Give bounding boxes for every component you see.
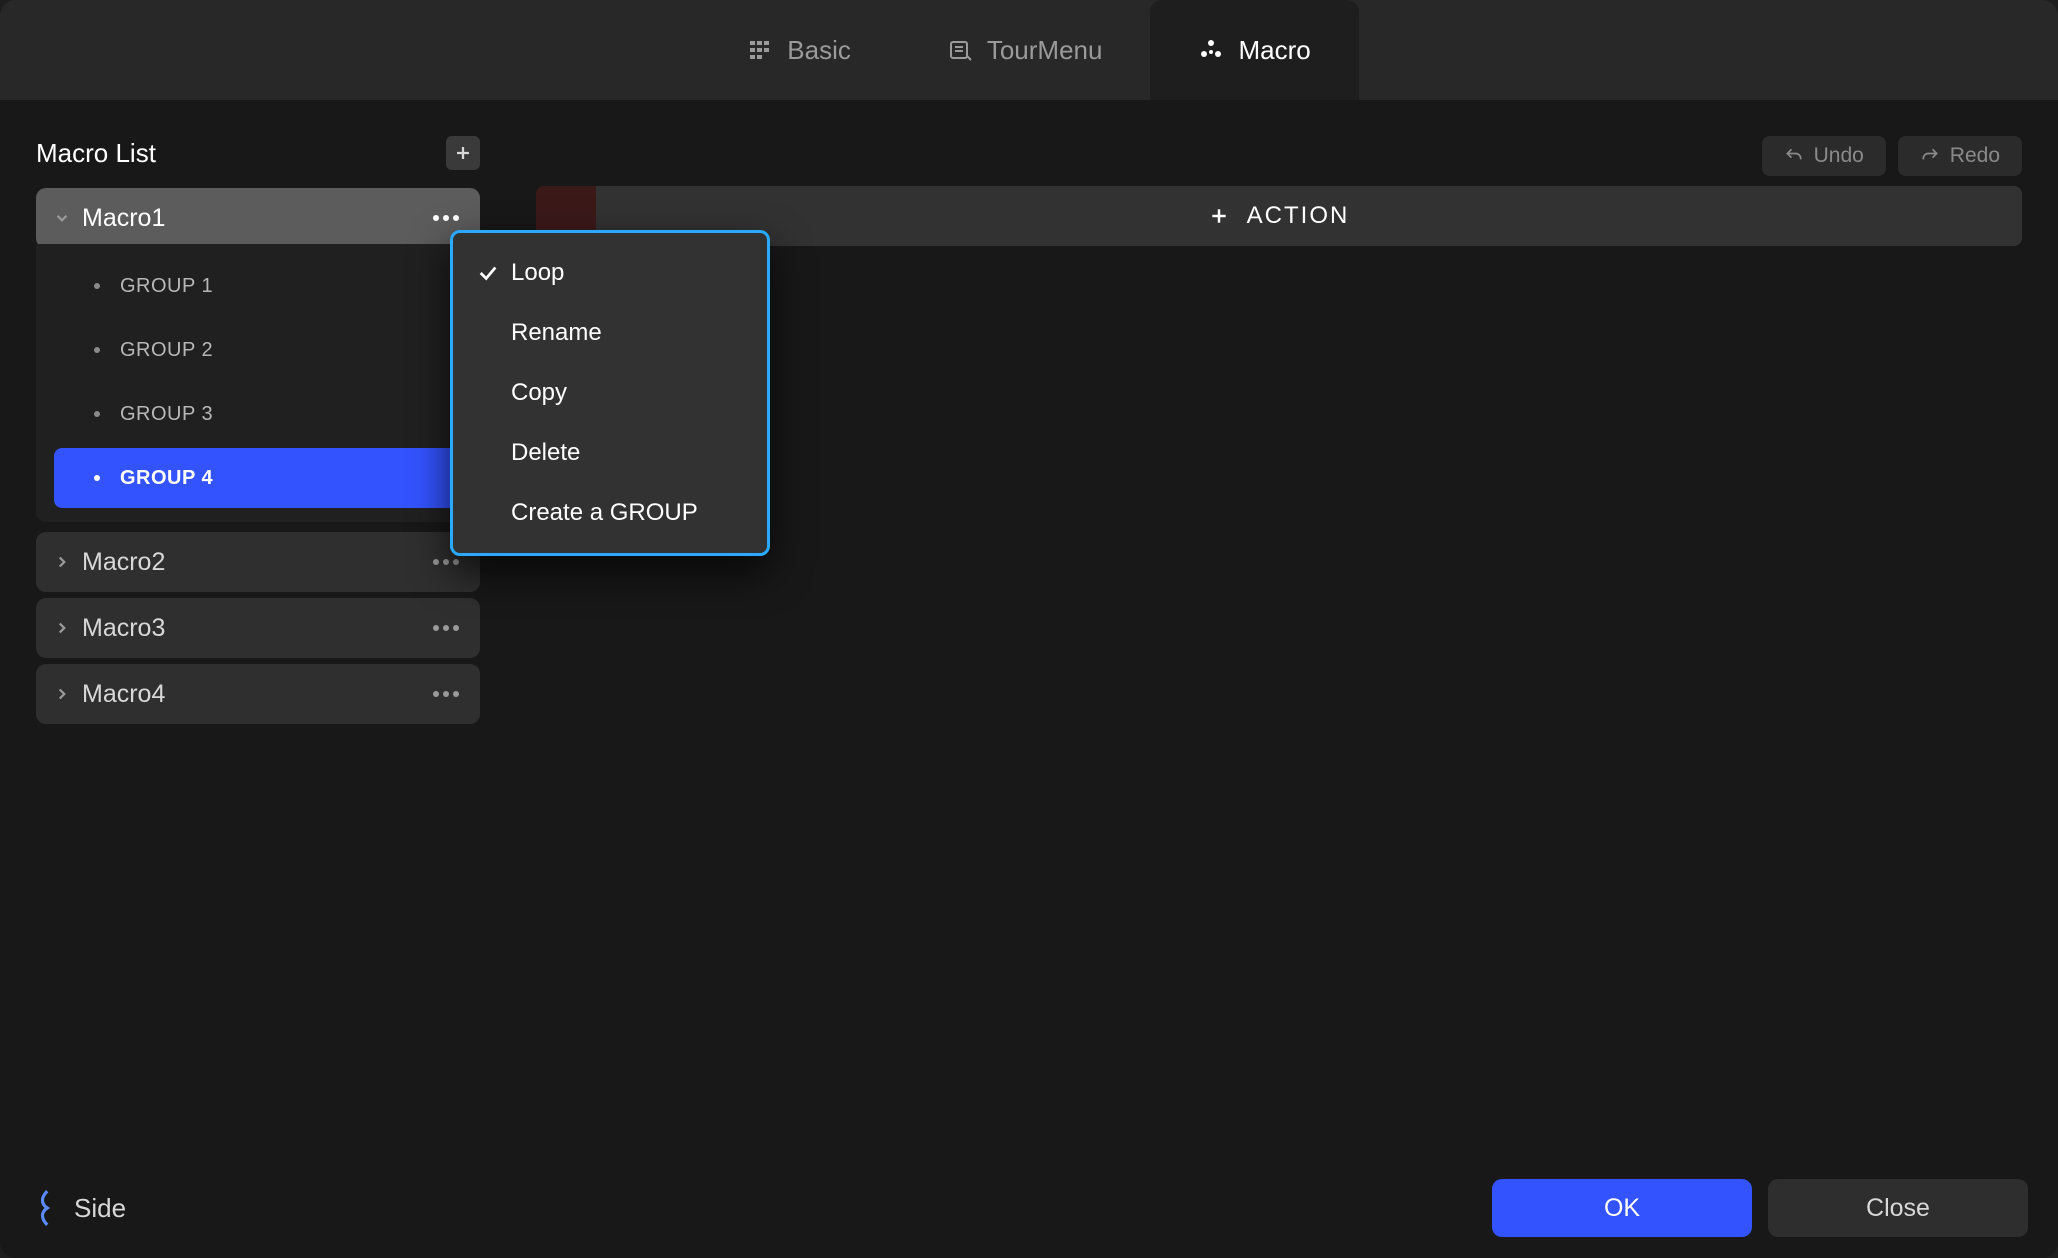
macro-header[interactable]: Macro3	[36, 598, 480, 658]
menu-label: Create a GROUP	[511, 499, 698, 527]
group-label: GROUP 1	[120, 275, 213, 298]
macro-more-button[interactable]	[426, 215, 466, 221]
menu-label: Loop	[511, 259, 564, 287]
macro-context-menu: Loop Rename Copy Delete Create a GROUP	[450, 230, 770, 556]
tab-macro[interactable]: Macro	[1150, 0, 1358, 100]
sidebar-header: Macro List	[36, 136, 480, 170]
check-icon	[473, 262, 503, 284]
undo-button[interactable]: Undo	[1762, 136, 1886, 176]
dots-icon	[433, 691, 439, 697]
side-label: Side	[74, 1193, 126, 1224]
chevron-right-icon	[50, 619, 74, 637]
chevron-right-icon	[50, 553, 74, 571]
menu-icon	[947, 37, 973, 63]
bullet-icon	[94, 475, 100, 481]
group-item[interactable]: GROUP 1	[54, 256, 462, 316]
macro-list-panel: Macro List Macro1	[18, 118, 498, 1140]
macro-header[interactable]: Macro4	[36, 664, 480, 724]
content-area: Macro List Macro1	[0, 100, 2058, 1158]
action-label: ACTION	[1247, 202, 1350, 230]
macro-more-button[interactable]	[426, 691, 466, 697]
macro-more-button[interactable]	[426, 625, 466, 631]
macro-name: Macro2	[82, 548, 426, 577]
redo-icon	[1920, 146, 1940, 166]
tab-label: Basic	[787, 35, 851, 66]
plus-icon	[454, 144, 472, 162]
tab-label: TourMenu	[987, 35, 1103, 66]
sidebar-title: Macro List	[36, 138, 156, 169]
plus-icon	[1209, 206, 1229, 226]
macro-icon	[1198, 37, 1224, 63]
add-macro-button[interactable]	[446, 136, 480, 170]
macro-name: Macro4	[82, 680, 426, 709]
bottom-bar: Side OK Close	[0, 1158, 2058, 1258]
tab-basic[interactable]: Basic	[699, 0, 899, 100]
redo-button[interactable]: Redo	[1898, 136, 2022, 176]
menu-label: Rename	[511, 319, 602, 347]
tab-tourmenu[interactable]: TourMenu	[899, 0, 1151, 100]
tab-label: Macro	[1238, 35, 1310, 66]
group-label: GROUP 4	[120, 467, 213, 490]
undo-icon	[1784, 146, 1804, 166]
macro-name: Macro1	[82, 204, 426, 233]
macro-item: Macro4	[36, 664, 480, 724]
menu-item-delete[interactable]: Delete	[453, 423, 767, 483]
macro-item: Macro2	[36, 532, 480, 592]
menu-item-create-group[interactable]: Create a GROUP	[453, 483, 767, 543]
menu-label: Delete	[511, 439, 580, 467]
group-item[interactable]: GROUP 3	[54, 384, 462, 444]
bullet-icon	[94, 411, 100, 417]
macro-more-button[interactable]	[426, 559, 466, 565]
app-window: Basic TourMenu Macro Macro List	[0, 0, 2058, 1258]
dots-icon	[433, 559, 439, 565]
menu-item-loop[interactable]: Loop	[453, 243, 767, 303]
menu-item-copy[interactable]: Copy	[453, 363, 767, 423]
ok-label: OK	[1604, 1194, 1640, 1223]
chevron-right-icon	[50, 685, 74, 703]
grid-icon	[747, 37, 773, 63]
bullet-icon	[94, 347, 100, 353]
macro-item: Macro3	[36, 598, 480, 658]
group-label: GROUP 3	[120, 403, 213, 426]
side-icon	[30, 1189, 56, 1227]
undo-label: Undo	[1814, 144, 1864, 168]
group-list: GROUP 1 GROUP 2 GROUP 3 GROUP 4	[36, 244, 480, 522]
dots-icon	[433, 625, 439, 631]
ok-button[interactable]: OK	[1492, 1179, 1752, 1237]
dots-icon	[433, 215, 439, 221]
group-label: GROUP 2	[120, 339, 213, 362]
macro-item: Macro1 GROUP 1 GROUP 2	[36, 188, 480, 526]
group-item-selected[interactable]: GROUP 4	[54, 448, 462, 508]
top-tab-bar: Basic TourMenu Macro	[0, 0, 2058, 100]
macro-header[interactable]: Macro1	[36, 188, 480, 248]
macro-header[interactable]: Macro2	[36, 532, 480, 592]
menu-item-rename[interactable]: Rename	[453, 303, 767, 363]
history-bar: Undo Redo	[536, 136, 2022, 176]
bullet-icon	[94, 283, 100, 289]
redo-label: Redo	[1950, 144, 2000, 168]
macro-name: Macro3	[82, 614, 426, 643]
chevron-down-icon	[50, 209, 74, 227]
close-label: Close	[1866, 1194, 1930, 1223]
group-item[interactable]: GROUP 2	[54, 320, 462, 380]
menu-label: Copy	[511, 379, 567, 407]
side-indicator[interactable]: Side	[30, 1189, 126, 1227]
close-button[interactable]: Close	[1768, 1179, 2028, 1237]
